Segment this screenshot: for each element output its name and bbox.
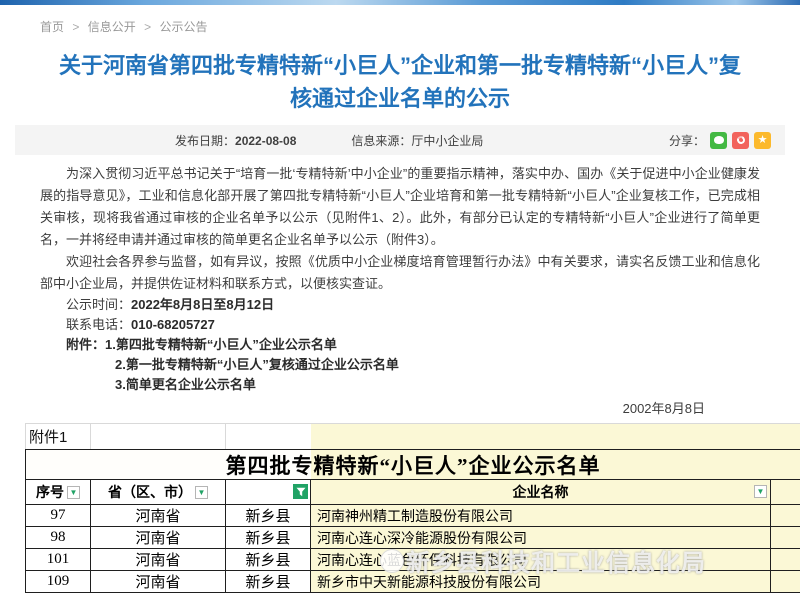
breadcrumb-separator: > bbox=[144, 20, 151, 34]
cell-company: 河南心连心深冷能源股份有限公司 bbox=[311, 527, 771, 548]
breadcrumb-separator: > bbox=[72, 20, 79, 34]
table-title: 第四批专精特新“小巨人”企业公示名单 bbox=[25, 449, 800, 480]
cell-seq: 97 bbox=[26, 505, 91, 526]
cell-company: 河南神州精工制造股份有限公司 bbox=[311, 505, 771, 526]
attachment1-label: 附件1 bbox=[26, 424, 91, 449]
paragraph: 为深入贯彻习近平总书记关于“培育一批‘专精特新’中小企业”的重要指示精神，落实中… bbox=[40, 163, 760, 251]
qzone-share-icon[interactable]: ★ bbox=[754, 132, 771, 149]
cell-seq: 98 bbox=[26, 527, 91, 548]
cell-city: 新乡县 bbox=[226, 527, 311, 548]
attachment1-spreadsheet: 附件1 第四批专精特新“小巨人”企业公示名单 序号 ▼ 省（区、市） ▼ 企业名… bbox=[25, 423, 800, 593]
attachment-item-2: 2.第一批专精特新“小巨人”复核通过企业公示名单 bbox=[40, 355, 760, 375]
active-filter-funnel-icon[interactable] bbox=[293, 484, 308, 499]
cell-seq: 101 bbox=[26, 549, 91, 570]
table-row: 97 河南省 新乡县 河南神州精工制造股份有限公司 bbox=[25, 505, 800, 527]
cell-city: 新乡县 bbox=[226, 571, 311, 592]
cell-seq: 109 bbox=[26, 571, 91, 592]
filter-dropdown-icon[interactable]: ▼ bbox=[67, 486, 80, 499]
cell-company: 河南心连心蓝色环保科技有限公司 bbox=[311, 549, 771, 570]
breadcrumb: 首页 > 信息公开 > 公示公告 bbox=[0, 5, 800, 35]
attachment-item-1: 附件：1.第四批专精特新“小巨人”企业公示名单 bbox=[40, 335, 760, 355]
column-header-province: 省（区、市） ▼ bbox=[91, 480, 226, 504]
contact-phone: 联系电话：010-68205727 bbox=[40, 315, 760, 335]
cell-province: 河南省 bbox=[91, 549, 226, 570]
table-header-row: 序号 ▼ 省（区、市） ▼ 企业名称 ▼ bbox=[25, 480, 800, 505]
sheet-corner-row: 附件1 bbox=[25, 423, 800, 449]
column-header-company: 企业名称 ▼ bbox=[311, 480, 771, 504]
share-label: 分享： bbox=[669, 132, 705, 149]
column-header-city bbox=[226, 480, 311, 504]
wechat-share-icon[interactable] bbox=[710, 132, 727, 149]
cell-city: 新乡县 bbox=[226, 505, 311, 526]
breadcrumb-current: 公示公告 bbox=[159, 20, 207, 34]
breadcrumb-home[interactable]: 首页 bbox=[40, 20, 64, 34]
table-row: 98 河南省 新乡县 河南心连心深冷能源股份有限公司 bbox=[25, 527, 800, 549]
cell-province: 河南省 bbox=[91, 571, 226, 592]
article-meta-bar: 发布日期：2022-08-08 信息来源：厅中小企业局 分享： ★ bbox=[15, 125, 785, 155]
page-title: 关于河南省第四批专精特新“小巨人”企业和第一批专精特新“小巨人”复核通过企业名单… bbox=[55, 49, 745, 115]
cell-province: 河南省 bbox=[91, 527, 226, 548]
publish-date: 发布日期：2022-08-08 bbox=[175, 132, 296, 149]
attachment-item-3: 3.简单更名企业公示名单 bbox=[40, 375, 760, 395]
publicity-period: 公示时间：2022年8月8日至8月12日 bbox=[40, 295, 760, 315]
breadcrumb-info-disclosure[interactable]: 信息公开 bbox=[88, 20, 136, 34]
weibo-share-icon[interactable] bbox=[732, 132, 749, 149]
info-source: 信息来源：厅中小企业局 bbox=[351, 132, 483, 149]
table-row: 109 河南省 新乡县 新乡市中天新能源科技股份有限公司 bbox=[25, 571, 800, 593]
document-date: 2002年8月8日 bbox=[0, 399, 800, 419]
article-body: 为深入贯彻习近平总书记关于“培育一批‘专精特新’中小企业”的重要指示精神，落实中… bbox=[40, 163, 760, 395]
filter-dropdown-icon[interactable]: ▼ bbox=[754, 485, 767, 498]
table-row: 101 河南省 新乡县 河南心连心蓝色环保科技有限公司 bbox=[25, 549, 800, 571]
cell-company: 新乡市中天新能源科技股份有限公司 bbox=[311, 571, 771, 592]
filter-dropdown-icon[interactable]: ▼ bbox=[195, 486, 208, 499]
paragraph: 欢迎社会各界参与监督，如有异议，按照《优质中小企业梯度培育管理暂行办法》中有关要… bbox=[40, 251, 760, 295]
cell-city: 新乡县 bbox=[226, 549, 311, 570]
cell-province: 河南省 bbox=[91, 505, 226, 526]
column-header-seq: 序号 ▼ bbox=[26, 480, 91, 504]
share-bar: 分享： ★ bbox=[669, 132, 785, 149]
